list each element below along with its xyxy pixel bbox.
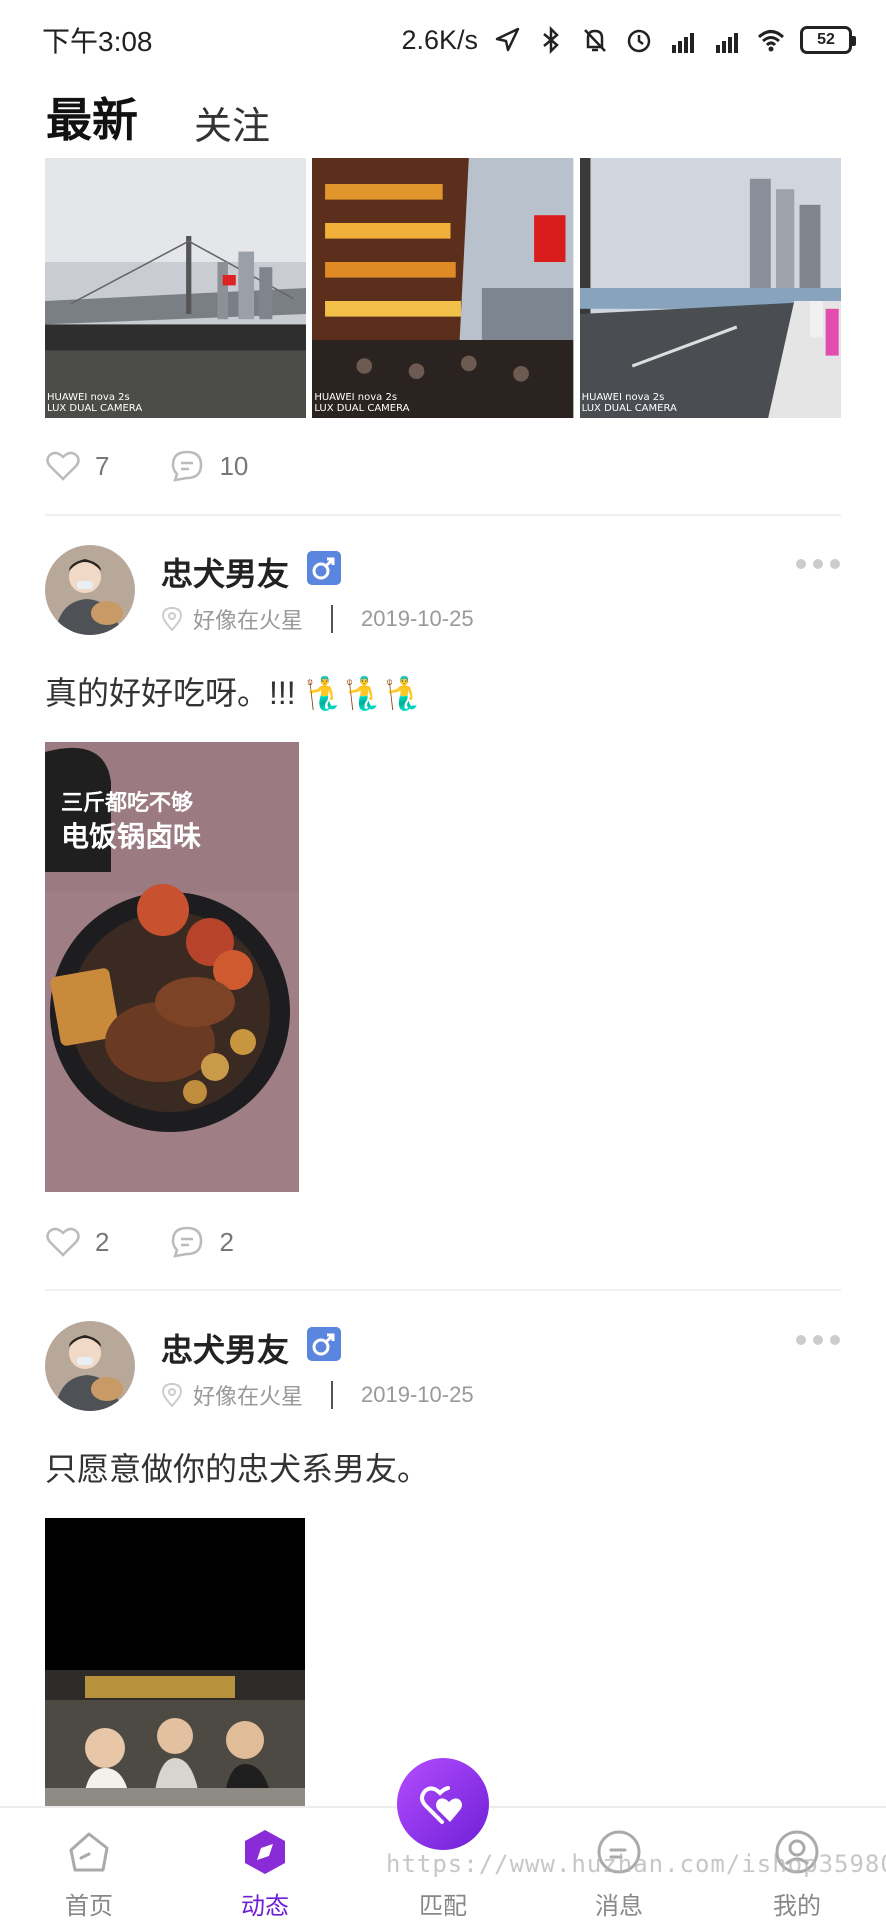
username[interactable]: 忠犬男友 [161, 549, 289, 595]
mute-bell-icon [584, 29, 606, 52]
post-date: 2019-10-25 [361, 1382, 474, 1407]
post-photo-grid: HUAWEI nova 2s LUX DUAL CAMERA HUAWEI no… [45, 158, 841, 418]
photo-caption: HUAWEI nova 2s LUX DUAL CAMERA [581, 392, 677, 414]
alarm-icon [627, 29, 651, 53]
avatar[interactable] [45, 1321, 135, 1411]
comment-button[interactable]: 2 [169, 1224, 234, 1260]
home-icon [69, 1832, 109, 1872]
post-photo-street[interactable]: HUAWEI nova 2s LUX DUAL CAMERA [579, 158, 841, 418]
signal-hd-icon-2 [716, 33, 738, 53]
meta-separator [331, 605, 334, 633]
post2-header: 忠犬男友 好像在火星 2019-10-25 [45, 1321, 841, 1421]
like-button[interactable]: 2 [45, 1224, 109, 1260]
image-text-line2: 电饭锅卤味 [61, 820, 201, 853]
like-button[interactable]: 7 [45, 448, 109, 484]
location-text: 好像在火星 [193, 1384, 304, 1409]
like-count: 2 [95, 1226, 110, 1257]
more-options-icon[interactable] [795, 557, 841, 571]
match-fab-button[interactable] [397, 1758, 489, 1850]
location-pin-icon [161, 606, 183, 632]
comment-count: 2 [219, 1226, 234, 1257]
battery-icon: 52 [800, 26, 856, 54]
status-icons: 2.6K/s 52 [401, 20, 856, 60]
bluetooth-icon [543, 25, 559, 55]
avatar[interactable] [45, 545, 135, 635]
post-text: 真的好好吃呀。!!! 🧜‍♂️🧜‍♂️🧜‍♂️ [45, 675, 425, 711]
watermark-text: https://www.huzhan.com/ishop35980 [386, 1850, 886, 1878]
feed-tabs: 最新 关注 [46, 80, 270, 172]
heart-outline-icon [46, 1227, 80, 1257]
post-meta: 好像在火星 2019-10-25 [161, 1379, 474, 1411]
compass-icon [245, 1830, 285, 1874]
post-divider [45, 1289, 841, 1291]
username[interactable]: 忠犬男友 [161, 1325, 289, 1371]
post1-header: 忠犬男友 好像在火星 2019-10-25 [45, 545, 841, 645]
nav-messages-label: 消息 [595, 1893, 643, 1920]
post-video-thumbnail[interactable] [45, 1518, 305, 1808]
nav-profile-label: 我的 [773, 1893, 821, 1920]
comment-icon [172, 1226, 203, 1258]
comment-icon [172, 450, 203, 482]
wifi-icon [757, 30, 785, 52]
nav-home[interactable]: 首页 [29, 1826, 149, 1920]
post-photo-hongyadong[interactable]: HUAWEI nova 2s LUX DUAL CAMERA [312, 158, 574, 418]
photo-caption: HUAWEI nova 2s LUX DUAL CAMERA [47, 392, 143, 414]
heart-icon [420, 1786, 462, 1824]
status-bar: 下午3:08 2.6K/s 52 [0, 0, 886, 80]
post0-stats: 7 10 [45, 446, 308, 486]
meta-separator [331, 1381, 334, 1409]
comment-button[interactable]: 10 [169, 448, 248, 484]
tab-following-label: 关注 [194, 106, 271, 148]
like-count: 7 [95, 450, 110, 481]
post1-stats: 2 2 [45, 1222, 294, 1262]
location-pin-icon [161, 1382, 183, 1408]
signal-hd-icon [672, 33, 694, 53]
post-photo-bridge[interactable]: HUAWEI nova 2s LUX DUAL CAMERA [45, 158, 307, 418]
nav-match-label: 匹配 [419, 1893, 467, 1920]
nav-feed[interactable]: 动态 [205, 1826, 325, 1920]
tab-latest[interactable]: 最新 [46, 84, 138, 172]
network-speed: 2.6K/s [401, 24, 478, 55]
tab-following[interactable]: 关注 [194, 95, 270, 150]
post-meta: 好像在火星 2019-10-25 [161, 603, 474, 635]
post-image-food[interactable]: 三斤都吃不够 电饭锅卤味 [45, 742, 299, 1192]
post-date: 2019-10-25 [361, 606, 474, 631]
more-options-icon[interactable] [795, 1333, 841, 1347]
image-text-line1: 三斤都吃不够 [61, 790, 193, 816]
status-time: 下午3:08 [42, 26, 153, 57]
post-text: 只愿意做你的忠犬系男友。 [45, 1451, 430, 1487]
location-icon [495, 27, 520, 52]
heart-outline-icon [46, 451, 80, 481]
photo-caption: HUAWEI nova 2s LUX DUAL CAMERA [314, 392, 410, 414]
tab-latest-label: 最新 [46, 94, 138, 146]
nav-home-label: 首页 [65, 1893, 113, 1920]
nav-feed-label: 动态 [241, 1893, 289, 1920]
comment-count: 10 [219, 450, 249, 481]
male-icon [307, 551, 341, 585]
male-icon [307, 1327, 341, 1361]
location-text: 好像在火星 [193, 608, 304, 633]
post-divider [45, 514, 841, 516]
